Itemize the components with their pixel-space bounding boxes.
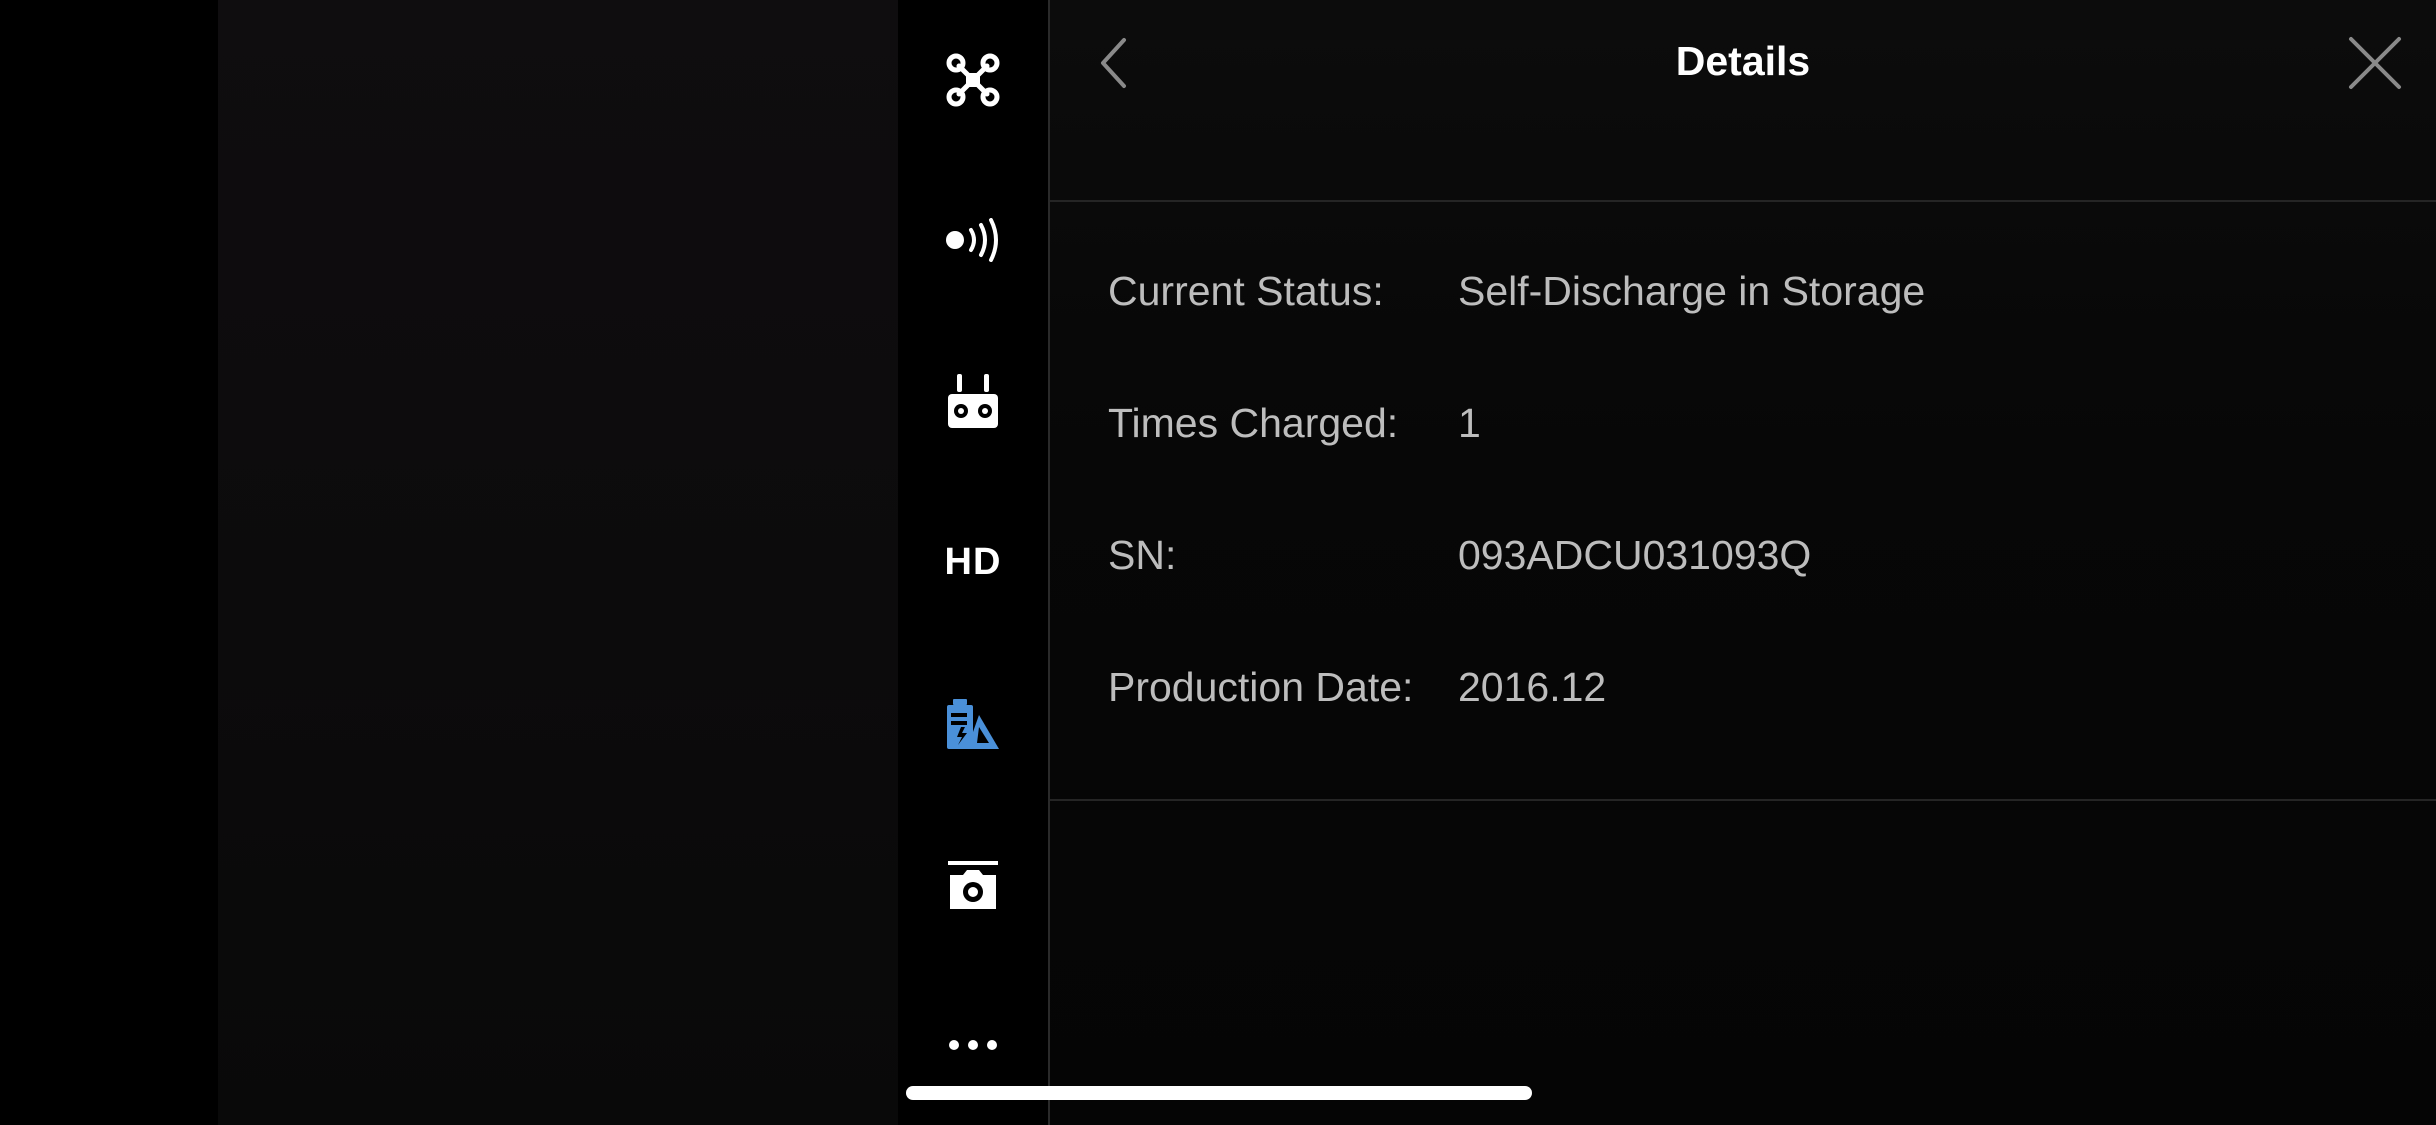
sidebar-item-remote-controller[interactable] [898,352,1048,452]
details-divider [1050,799,2436,801]
header-divider [1050,200,2436,202]
sidebar-item-aircraft[interactable] [898,30,1048,130]
sidebar-item-hd[interactable]: HD [898,512,1048,612]
detail-label: Times Charged: [1108,400,1399,446]
detail-row-sn: SN: 093ADCU031093Q [1108,532,2408,664]
close-icon [2348,36,2402,95]
camera-live-view[interactable] [218,0,898,1125]
detail-row-production-date: Production Date: 2016.12 [1108,664,2408,796]
detail-value: Self-Discharge in Storage [1458,268,1926,314]
panel-header: Details [1050,0,2436,200]
details-list: Current Status: Self-Discharge in Storag… [1108,268,2408,796]
sidebar-item-camera[interactable] [898,836,1048,936]
camera-icon [946,859,1000,913]
settings-sidebar: HD [898,0,1048,1125]
screen-edge-left [0,0,218,1125]
detail-value: 093ADCU031093Q [1458,532,1812,578]
home-indicator[interactable] [906,1086,1532,1100]
detail-label: SN: [1108,532,1177,578]
details-panel: Details Current Status: Self-Discharge i… [1050,0,2436,1125]
detail-row-current-status: Current Status: Self-Discharge in Storag… [1108,268,2408,400]
more-dots-icon [948,1039,998,1051]
sidebar-item-sensors[interactable] [898,190,1048,290]
detail-value: 1 [1458,400,1481,446]
detail-label: Production Date: [1108,664,1414,710]
app-screen: HD Details Current Status: Self-Discharg… [0,0,2436,1125]
hd-icon: HD [944,540,1002,583]
signal-broadcast-icon [943,218,1003,262]
detail-label: Current Status: [1108,268,1384,314]
close-button[interactable] [2340,30,2410,100]
sidebar-item-battery[interactable] [898,675,1048,775]
remote-controller-icon [946,372,1000,432]
drone-icon [945,52,1001,108]
detail-row-times-charged: Times Charged: 1 [1108,400,2408,532]
page-title: Details [1675,38,1811,84]
detail-value: 2016.12 [1458,664,1607,710]
battery-detail-icon [945,697,1001,753]
sidebar-item-more[interactable] [898,995,1048,1095]
